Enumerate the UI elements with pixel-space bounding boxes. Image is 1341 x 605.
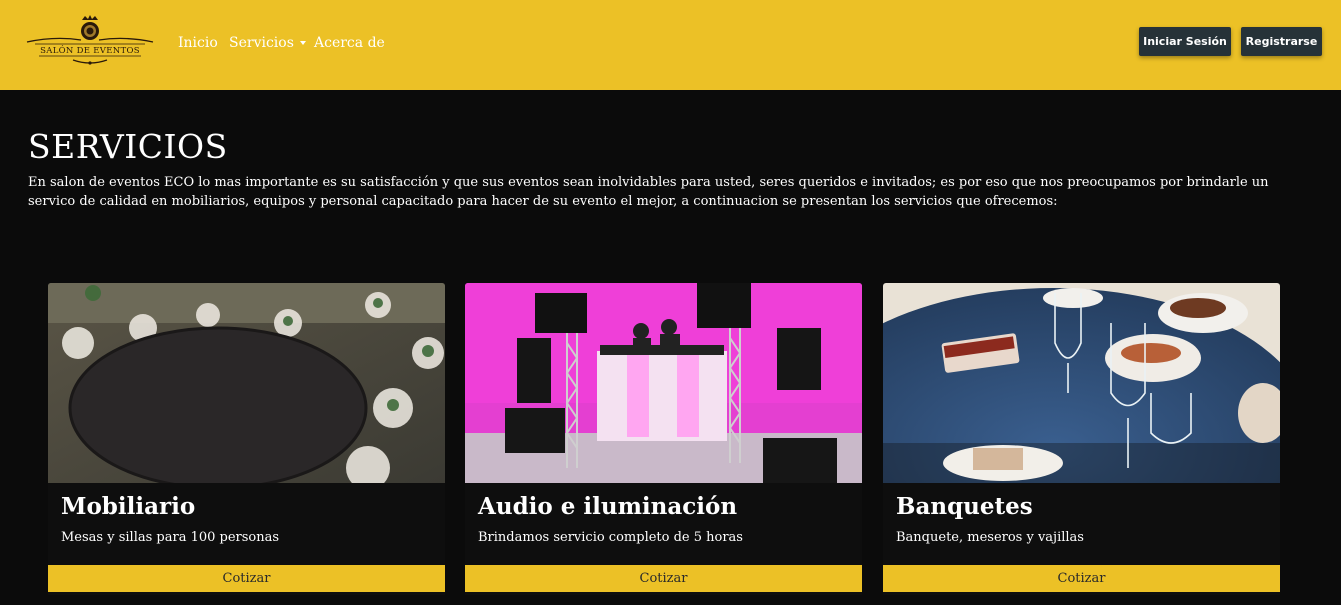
card-text: Brindamos servicio completo de 5 horas [478, 530, 743, 545]
logo-text: SALÓN DE EVENTOS [40, 44, 140, 56]
cotizar-button[interactable]: Cotizar [883, 565, 1280, 592]
service-card-banquetes: Banquetes Banquete, meseros y vajillas C… [883, 283, 1280, 595]
brand-logo[interactable]: SALÓN DE EVENTOS [25, 14, 155, 68]
navbar: SALÓN DE EVENTOS Inicio Servicios Acerca… [0, 0, 1341, 90]
nav-link-inicio[interactable]: Inicio [178, 35, 218, 51]
cotizar-button[interactable]: Cotizar [465, 565, 862, 592]
nav-link-acerca-de[interactable]: Acerca de [314, 35, 385, 51]
section-description: En salon de eventos ECO lo mas important… [28, 175, 1269, 209]
table-setting-photo [883, 283, 1280, 483]
page-title: SERVICIOS [28, 127, 228, 166]
service-card-audio: Audio e iluminación Brindamos servicio c… [465, 283, 862, 595]
caret-down-icon [299, 41, 306, 45]
crest-logo-icon: SALÓN DE EVENTOS [26, 15, 154, 65]
register-button[interactable]: Registrarse [1241, 27, 1322, 56]
service-card-mobiliario: Mobiliario Mesas y sillas para 100 perso… [48, 283, 445, 595]
card-text: Banquete, meseros y vajillas [896, 530, 1084, 545]
nav-link-servicios[interactable]: Servicios [229, 35, 306, 51]
dj-booth-photo [465, 283, 862, 483]
card-text: Mesas y sillas para 100 personas [61, 530, 280, 545]
banquet-hall-photo [48, 283, 445, 483]
card-title: Banquetes [896, 493, 1033, 520]
login-button[interactable]: Iniciar Sesión [1139, 27, 1231, 56]
card-title: Audio e iluminación [478, 493, 738, 520]
card-title: Mobiliario [61, 493, 196, 520]
cotizar-button[interactable]: Cotizar [48, 565, 445, 592]
nav-link-servicios-label: Servicios [229, 35, 294, 51]
